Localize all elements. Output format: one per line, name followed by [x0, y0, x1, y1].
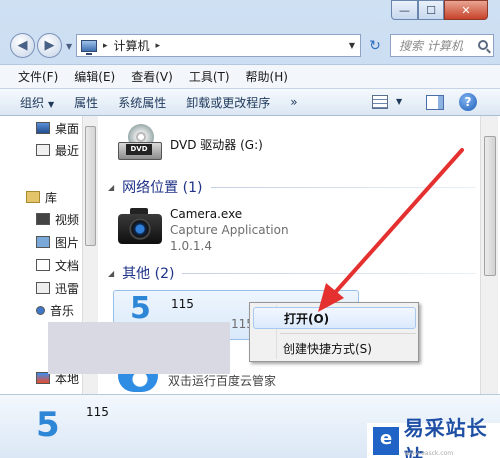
nav-documents[interactable]: 文档	[36, 256, 79, 274]
breadcrumb-computer[interactable]: 计算机	[114, 37, 150, 54]
view-options-dropdown-icon[interactable]: ▼	[396, 97, 402, 106]
baidu-cloud-name: 双击运行百度云管家	[168, 374, 277, 388]
details-file-icon: 5	[30, 403, 70, 449]
back-arrow-icon: ◀	[17, 38, 28, 53]
nav-videos-label: 视频	[55, 212, 80, 227]
chevron-down-icon: ▼	[48, 99, 55, 109]
title-bar: — ☐ ✕	[0, 0, 500, 28]
content-scroll-thumb[interactable]	[484, 136, 496, 276]
dvd-label: DVD	[126, 144, 152, 155]
group-collapse-icon[interactable]: ◢	[108, 269, 114, 278]
search-input[interactable]: 搜索 计算机	[390, 34, 494, 57]
redacted-area	[48, 322, 230, 374]
details-file-name: 115	[86, 405, 109, 419]
navigation-bar: ◀ ▶ ▼ ▸ 计算机 ▸ ▼ ↻ 搜索 计算机	[0, 30, 500, 62]
camera-version: 1.0.1.4	[170, 239, 212, 253]
refresh-button[interactable]: ↻	[364, 34, 386, 57]
camera-description: Capture Application	[170, 223, 289, 237]
camera-item[interactable]: Camera.exe Capture Application 1.0.1.4	[118, 206, 289, 254]
details-digit: 5	[36, 405, 60, 445]
watermark-url: www.easck.com	[405, 450, 454, 457]
more-commands-button[interactable]: »	[290, 95, 297, 109]
nav-pictures[interactable]: 图片	[36, 233, 79, 251]
nav-recent[interactable]: 最近	[36, 141, 79, 159]
menu-help[interactable]: 帮助(H)	[238, 68, 296, 85]
watermark-logo-icon	[373, 426, 399, 455]
address-dropdown-icon[interactable]: ▼	[349, 41, 355, 50]
search-icon[interactable]	[478, 40, 488, 50]
nav-music[interactable]: 音乐	[36, 301, 74, 319]
properties-button[interactable]: 属性	[74, 94, 98, 111]
documents-icon	[36, 259, 50, 271]
context-create-shortcut-item[interactable]: 创建快捷方式(S)	[253, 337, 416, 359]
group-collapse-icon[interactable]: ◢	[108, 183, 114, 192]
help-icon[interactable]: ?	[459, 93, 477, 111]
recent-pages-dropdown-icon[interactable]: ▼	[66, 42, 72, 51]
nav-videos[interactable]: 视频	[36, 210, 79, 228]
context-menu-separator	[280, 333, 416, 334]
menu-bar: 文件(F) 编辑(E) 查看(V) 工具(T) 帮助(H)	[0, 64, 500, 88]
dvd-drive-name: DVD 驱动器 (G:)	[170, 138, 263, 152]
group-other-label: 其他 (2)	[122, 266, 175, 282]
camera-name: Camera.exe	[170, 207, 243, 221]
xunlei-icon	[36, 282, 50, 294]
address-bar[interactable]: ▸ 计算机 ▸ ▼	[76, 34, 361, 57]
breadcrumb-separator-icon[interactable]: ▸	[103, 41, 108, 51]
nav-xunlei-label: 迅雷	[55, 281, 80, 296]
search-placeholder: 搜索 计算机	[399, 39, 463, 53]
nav-libraries-label: 库	[45, 190, 58, 205]
content-scrollbar[interactable]	[480, 116, 498, 394]
breadcrumb-separator-icon[interactable]: ▸	[156, 41, 161, 51]
context-menu: 打开(O) 创建快捷方式(S)	[249, 302, 419, 362]
forward-arrow-icon: ▶	[44, 38, 55, 53]
system-properties-button[interactable]: 系统属性	[118, 94, 166, 111]
window-controls: — ☐ ✕	[391, 0, 488, 20]
organize-label: 组织	[20, 95, 45, 110]
maximize-button[interactable]: ☐	[418, 0, 444, 20]
camera-lens	[129, 218, 151, 240]
menu-edit[interactable]: 编辑(E)	[66, 68, 123, 85]
nav-music-label: 音乐	[50, 303, 75, 318]
dvd-drive-item[interactable]: DVD DVD 驱动器 (G:)	[118, 124, 263, 160]
menu-tools[interactable]: 工具(T)	[181, 68, 238, 85]
camera-icon	[118, 206, 162, 246]
preview-pane-icon[interactable]	[426, 95, 444, 110]
videos-icon	[36, 213, 50, 225]
group-network-label: 网络位置 (1)	[122, 180, 203, 196]
menu-view[interactable]: 查看(V)	[123, 68, 181, 85]
forward-button[interactable]: ▶	[37, 33, 62, 58]
close-button[interactable]: ✕	[444, 0, 488, 20]
desktop-icon	[36, 122, 50, 134]
pictures-icon	[36, 236, 50, 248]
navpane-scroll-thumb[interactable]	[85, 126, 96, 246]
item-115-icon: 5	[130, 291, 151, 326]
menu-file[interactable]: 文件(F)	[10, 68, 66, 85]
group-network-locations[interactable]: ◢ 网络位置 (1)	[108, 177, 202, 197]
group-divider	[211, 187, 476, 188]
nav-desktop[interactable]: 桌面	[36, 119, 79, 137]
command-bar: 组织 ▼ 属性 系统属性 卸载或更改程序 » ▼ ?	[0, 88, 500, 116]
computer-icon	[81, 39, 97, 55]
dvd-drive-icon: DVD	[118, 124, 162, 160]
group-divider	[182, 273, 476, 274]
nav-desktop-label: 桌面	[55, 121, 80, 136]
explorer-window: — ☐ ✕ ◀ ▶ ▼ ▸ 计算机 ▸ ▼ ↻ 搜索 计算机 文件(F) 编辑(…	[0, 0, 500, 458]
organize-button[interactable]: 组织 ▼	[20, 94, 54, 111]
item-115-name: 115	[171, 297, 194, 311]
minimize-button[interactable]: —	[391, 0, 418, 20]
back-button[interactable]: ◀	[10, 33, 35, 58]
change-view-icon[interactable]	[372, 95, 388, 109]
nav-pictures-label: 图片	[55, 235, 80, 250]
nav-recent-label: 最近	[55, 143, 80, 158]
library-folder-icon	[26, 191, 40, 203]
uninstall-program-button[interactable]: 卸载或更改程序	[186, 94, 270, 111]
music-icon	[36, 305, 45, 315]
nav-xunlei[interactable]: 迅雷	[36, 279, 79, 297]
camera-text: Camera.exe Capture Application 1.0.1.4	[170, 206, 289, 254]
group-other[interactable]: ◢ 其他 (2)	[108, 263, 174, 283]
context-open-item[interactable]: 打开(O)	[253, 307, 416, 329]
nav-documents-label: 文档	[55, 258, 80, 273]
nav-libraries[interactable]: 库	[26, 188, 57, 206]
recent-places-icon	[36, 144, 50, 156]
